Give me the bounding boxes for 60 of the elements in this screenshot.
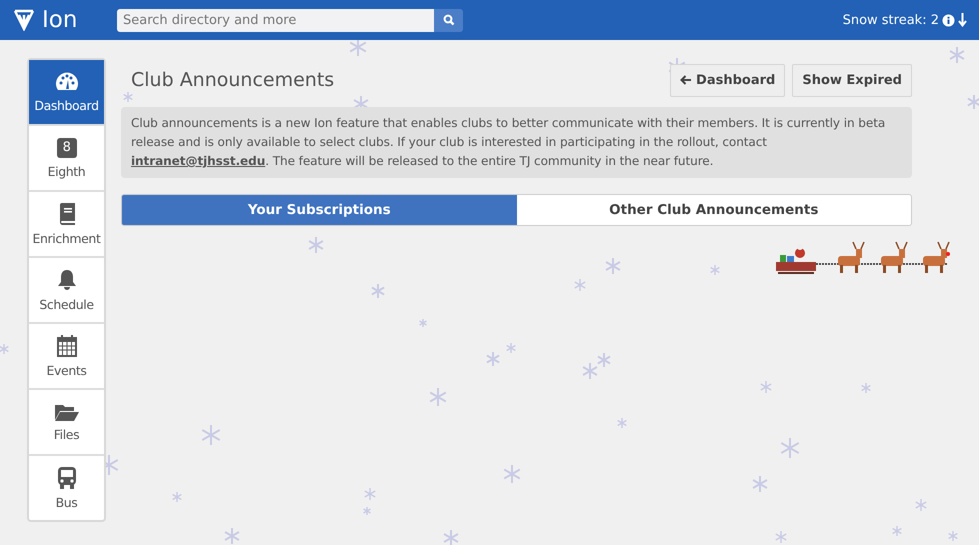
left-arrow-icon bbox=[680, 75, 692, 85]
snowflake-icon bbox=[582, 362, 598, 380]
snowflake-icon bbox=[860, 382, 872, 394]
tab[interactable]: Your Subscriptions bbox=[122, 195, 516, 225]
snowflake-icon bbox=[0, 343, 10, 355]
book-icon bbox=[58, 202, 76, 224]
eighth-period-icon: 8 bbox=[56, 138, 76, 158]
snowflake-icon bbox=[486, 351, 500, 367]
snowflake-icon bbox=[780, 437, 800, 459]
snowflake-icon bbox=[443, 529, 459, 545]
snowflake-icon bbox=[362, 506, 372, 516]
snowflake-icon bbox=[364, 487, 376, 501]
info-icon[interactable] bbox=[942, 14, 955, 26]
bus-icon bbox=[56, 466, 76, 488]
snowflake-icon bbox=[370, 283, 386, 299]
snowflake-icon bbox=[172, 491, 182, 503]
sidebar-item[interactable]: Schedule bbox=[29, 258, 104, 324]
snowflake-icon bbox=[710, 264, 720, 276]
sidebar-item[interactable]: 8 Eighth bbox=[29, 126, 104, 192]
sidebar-item[interactable]: Enrichment bbox=[29, 192, 104, 258]
sidebar-item[interactable]: Files bbox=[29, 390, 104, 456]
snowflake-icon bbox=[605, 257, 621, 275]
snowflake-icon bbox=[966, 94, 979, 110]
snowflake-icon bbox=[429, 387, 447, 407]
snowflake-icon bbox=[574, 278, 586, 292]
snowflake-icon bbox=[752, 475, 768, 493]
feature-notice: Club announcements is a new Ion feature that enables clubs to better communicate with their members. It is currently in beta release and is only available to select clubs. If your club is interested in participating in the rollout, contact intranet@tjhsst.edu. The feature will be released to the entire TJ community in the near future. bbox=[121, 107, 912, 178]
snowflake-icon bbox=[308, 236, 324, 254]
snowflake-icon bbox=[775, 530, 787, 544]
page-title: Club Announcements bbox=[131, 69, 334, 91]
folder-icon bbox=[54, 402, 78, 420]
tab[interactable]: Other Club Announcements bbox=[516, 195, 911, 225]
down-arrow-icon[interactable] bbox=[958, 13, 967, 27]
sidebar-item[interactable]: Dashboard bbox=[29, 60, 104, 126]
snow-streak-text: Snow streak: 2 bbox=[842, 12, 939, 28]
snowflake-icon bbox=[596, 352, 612, 368]
snowflake-icon bbox=[948, 530, 958, 542]
snowflake-icon bbox=[503, 464, 521, 484]
snowflake-icon bbox=[892, 525, 902, 537]
search-button[interactable] bbox=[434, 8, 463, 32]
search-field[interactable]: Search directory and more bbox=[117, 8, 434, 32]
show-expired-button[interactable]: Show Expired bbox=[792, 64, 912, 96]
logo-icon bbox=[12, 9, 36, 31]
bell-icon bbox=[56, 268, 76, 290]
logo-text[interactable]: Ion bbox=[42, 7, 78, 33]
snowflake-icon bbox=[949, 46, 965, 64]
snowflake-icon bbox=[224, 527, 240, 545]
search-icon bbox=[442, 14, 454, 26]
snowflake-icon bbox=[349, 37, 367, 57]
snowflake-icon bbox=[915, 498, 927, 512]
snowflake-icon bbox=[201, 424, 221, 446]
snowflake-icon bbox=[418, 318, 428, 328]
gauge-icon bbox=[54, 72, 78, 92]
calendar-icon bbox=[56, 334, 76, 356]
sidebar-item[interactable]: Bus bbox=[29, 456, 104, 520]
sidebar-item[interactable]: Events bbox=[29, 324, 104, 390]
snowflake-icon bbox=[506, 342, 516, 354]
snowflake-icon bbox=[760, 380, 772, 394]
snowflake-icon bbox=[122, 91, 134, 103]
snowflake-icon bbox=[616, 417, 628, 429]
